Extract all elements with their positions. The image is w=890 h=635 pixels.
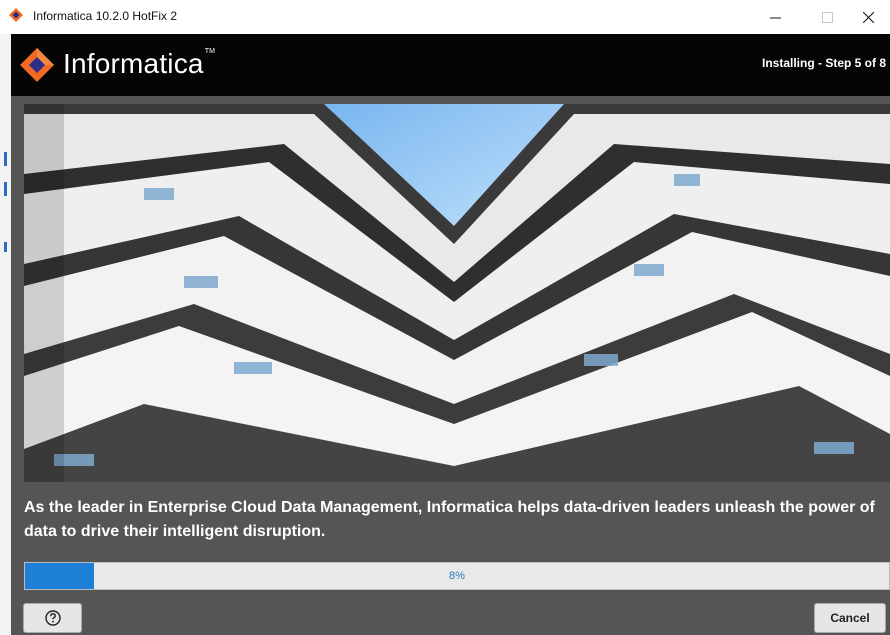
minimize-button[interactable] <box>752 0 798 34</box>
window-title: Informatica 10.2.0 HotFix 2 <box>33 9 178 23</box>
brand-logo-text: InformaticaTM <box>63 48 215 80</box>
desktop-icon-fragment <box>4 152 7 166</box>
window-titlebar[interactable]: Informatica 10.2.0 HotFix 2 <box>0 0 890 35</box>
informatica-diamond-icon <box>9 8 23 22</box>
step-indicator: Installing - Step 5 of 8 <box>762 56 887 70</box>
trademark-mark: TM <box>204 48 216 55</box>
building-courtyard-photo <box>24 104 890 482</box>
installer-header: InformaticaTM Installing - Step 5 of 8 <box>11 34 890 96</box>
hero-image <box>24 104 890 482</box>
progress-percent-label: 8% <box>449 570 465 582</box>
close-icon <box>863 12 874 23</box>
desktop-background <box>0 34 11 635</box>
desktop-icon-fragment <box>4 182 7 196</box>
maximize-button[interactable] <box>804 0 850 34</box>
desktop-icon-fragment <box>4 242 7 252</box>
install-progress-bar: 8% <box>24 562 890 590</box>
installer-window: InformaticaTM Installing - Step 5 of 8 A… <box>11 34 890 635</box>
help-icon <box>45 610 61 626</box>
tagline-text: As the leader in Enterprise Cloud Data M… <box>24 499 875 540</box>
brand-name: Informatica <box>63 48 204 79</box>
maximize-icon <box>822 12 833 23</box>
help-button[interactable] <box>23 603 82 633</box>
close-button[interactable] <box>845 0 890 34</box>
informatica-logo-icon <box>20 48 54 82</box>
cancel-button[interactable]: Cancel <box>814 603 886 633</box>
minimize-icon <box>770 17 781 19</box>
